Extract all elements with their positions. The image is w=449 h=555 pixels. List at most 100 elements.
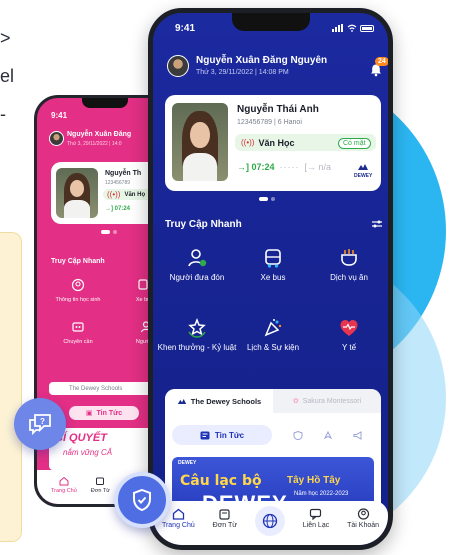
home-icon <box>59 476 69 486</box>
back-nav-home[interactable]: Trang Chủ <box>51 476 77 494</box>
globe-icon <box>262 513 278 529</box>
news-icon <box>200 431 210 439</box>
student-photo <box>172 103 228 181</box>
back-school-tab-label: The Dewey Schools <box>69 385 123 392</box>
banner-subtitle: Tây Hồ Tây <box>287 475 341 486</box>
live-dot-icon: ((•)) <box>107 190 121 199</box>
back-phone-notch <box>82 98 128 108</box>
quick-access-title: Truy Cập Nhanh <box>165 219 242 230</box>
time-separator: ····· <box>279 162 300 172</box>
qa-meal[interactable]: Dịch vụ ăn <box>313 247 385 284</box>
news-label: Tin Tức <box>214 430 245 440</box>
back-user-avatar <box>49 131 64 146</box>
banner-year: Năm học 2022-2023 <box>294 491 349 497</box>
document-icon <box>96 477 105 485</box>
nav-account-label: Tài Khoản <box>347 522 380 529</box>
qa-label: Xe bus <box>260 273 286 282</box>
sliders-icon <box>372 220 382 228</box>
floating-help-chat-button[interactable]: ? <box>14 398 66 450</box>
help-chat-icon: ? <box>29 414 51 436</box>
background-caret-text: > <box>0 28 11 48</box>
nav-account[interactable]: Tài Khoản <box>347 508 379 529</box>
nav-contact[interactable]: Liên Lạc <box>303 508 329 529</box>
tab-dewey-schools[interactable]: The Dewey Schools <box>165 389 273 413</box>
nav-requests[interactable]: Đơn Từ <box>213 508 237 529</box>
meal-service-icon <box>341 249 357 266</box>
carousel-dots <box>259 197 275 201</box>
attendance-icon <box>72 322 84 332</box>
front-status-time: 9:41 <box>175 23 196 34</box>
dewey-logo: DEWEY <box>354 163 372 179</box>
news-pill[interactable]: Tin Tức <box>172 425 272 445</box>
nav-requests-label: Đơn Từ <box>212 522 237 529</box>
shield-tab-icon[interactable] <box>293 431 303 440</box>
bottom-nav: Trang Chủ Đơn Từ Liên Lạc Tài Khoản <box>153 501 388 545</box>
back-qa-attendance[interactable]: Chuyên cần <box>53 320 103 345</box>
back-banner-subtitle: nắm vững CĂ <box>63 448 113 457</box>
attendance-badge: Có mặt <box>338 138 371 149</box>
front-phone-notch <box>231 13 310 31</box>
student-info-icon <box>71 278 85 292</box>
wifi-icon <box>347 24 357 32</box>
user-name: Nguyễn Xuân Đăng Nguyên <box>196 55 328 66</box>
live-dot-icon: ((•)) <box>241 138 255 147</box>
qa-label: Lịch & Sự kiện <box>246 343 300 352</box>
back-qa-student-info[interactable]: Thông tin học sinh <box>53 278 103 305</box>
back-nav-school[interactable]: Đơn Từ <box>91 476 110 494</box>
calendar-events-icon <box>264 319 282 337</box>
back-class-name: Văn Họ <box>124 191 146 198</box>
qa-award[interactable]: Khen thưởng - Kỷ luật <box>157 317 237 354</box>
shield-check-icon <box>133 488 151 512</box>
date-text: Thứ 3, 29/11/2022 | 14:08 PM <box>196 69 289 76</box>
floating-shield-button[interactable] <box>114 472 170 528</box>
svg-text:?: ? <box>40 417 45 426</box>
back-time-in: →] 07:24 <box>105 206 131 212</box>
qa-pickup[interactable]: Người đưa đón <box>161 247 233 284</box>
back-news-pill[interactable]: ▣ Tin Tức <box>69 406 139 420</box>
qa-calendar[interactable]: Lịch & Sự kiện <box>237 317 309 354</box>
signal-icon <box>332 24 344 32</box>
award-icon <box>188 317 206 338</box>
qa-label: Người đưa đón <box>169 273 225 282</box>
time-in: →] 07:24 <box>237 162 275 172</box>
qa-label: Khen thưởng - Kỷ luật <box>157 343 237 352</box>
banner-top-logo: DEWEY <box>178 460 197 466</box>
back-student-id: 123456789 <box>105 180 131 186</box>
nav-home-label: Trang Chủ <box>161 522 195 529</box>
qa-label: Y tế <box>341 343 357 352</box>
chat-icon <box>310 508 322 520</box>
back-news-label: Tin Tức <box>96 409 123 417</box>
document-icon <box>219 509 230 520</box>
qa-label: Dịch vụ ăn <box>330 273 368 282</box>
news-icon: ▣ <box>85 410 93 417</box>
student-card[interactable]: Nguyễn Thái Anh 123456789 | 6 Hanoi ((•)… <box>165 95 381 191</box>
time-row: →] 07:24 ····· [→ n/a <box>237 162 331 172</box>
status-icons <box>332 24 374 32</box>
qa-medical[interactable]: Y tế <box>313 317 385 354</box>
nav-center-button[interactable] <box>254 506 285 536</box>
megaphone-tab-icon[interactable] <box>353 431 363 440</box>
pickup-person-icon <box>188 249 207 267</box>
back-student-photo <box>56 168 98 218</box>
background-dash-text: - <box>0 104 6 124</box>
rocket-tab-icon[interactable] <box>323 431 333 440</box>
back-qa-label: Thông tin học sinh <box>55 297 101 303</box>
notification-badge: 24 <box>375 57 388 66</box>
back-quick-access-title: Truy Cập Nhanh <box>51 258 105 265</box>
school-tabs: The Dewey Schools ✿ Sakura Montessori <box>165 389 381 413</box>
back-user-name: Nguyễn Xuân Đăng <box>67 131 132 138</box>
student-id: 123456789 | 6 Hanoi <box>237 119 302 126</box>
quick-access-settings[interactable] <box>371 219 383 232</box>
tab-sakura-montessori[interactable]: ✿ Sakura Montessori <box>273 389 381 413</box>
background-partial-text: el <box>0 66 15 86</box>
dewey-logo-icon <box>358 164 369 170</box>
student-name: Nguyễn Thái Anh <box>237 104 319 115</box>
back-carousel-dots <box>101 230 117 234</box>
back-qa-label: Chuyên cần <box>63 339 93 345</box>
qa-bus[interactable]: Xe bus <box>237 247 309 284</box>
time-out: [→ n/a <box>304 162 332 172</box>
user-avatar[interactable] <box>167 55 189 77</box>
home-icon <box>172 508 184 520</box>
medical-heart-icon <box>340 320 358 336</box>
nav-contact-label: Liên Lạc <box>302 522 330 529</box>
